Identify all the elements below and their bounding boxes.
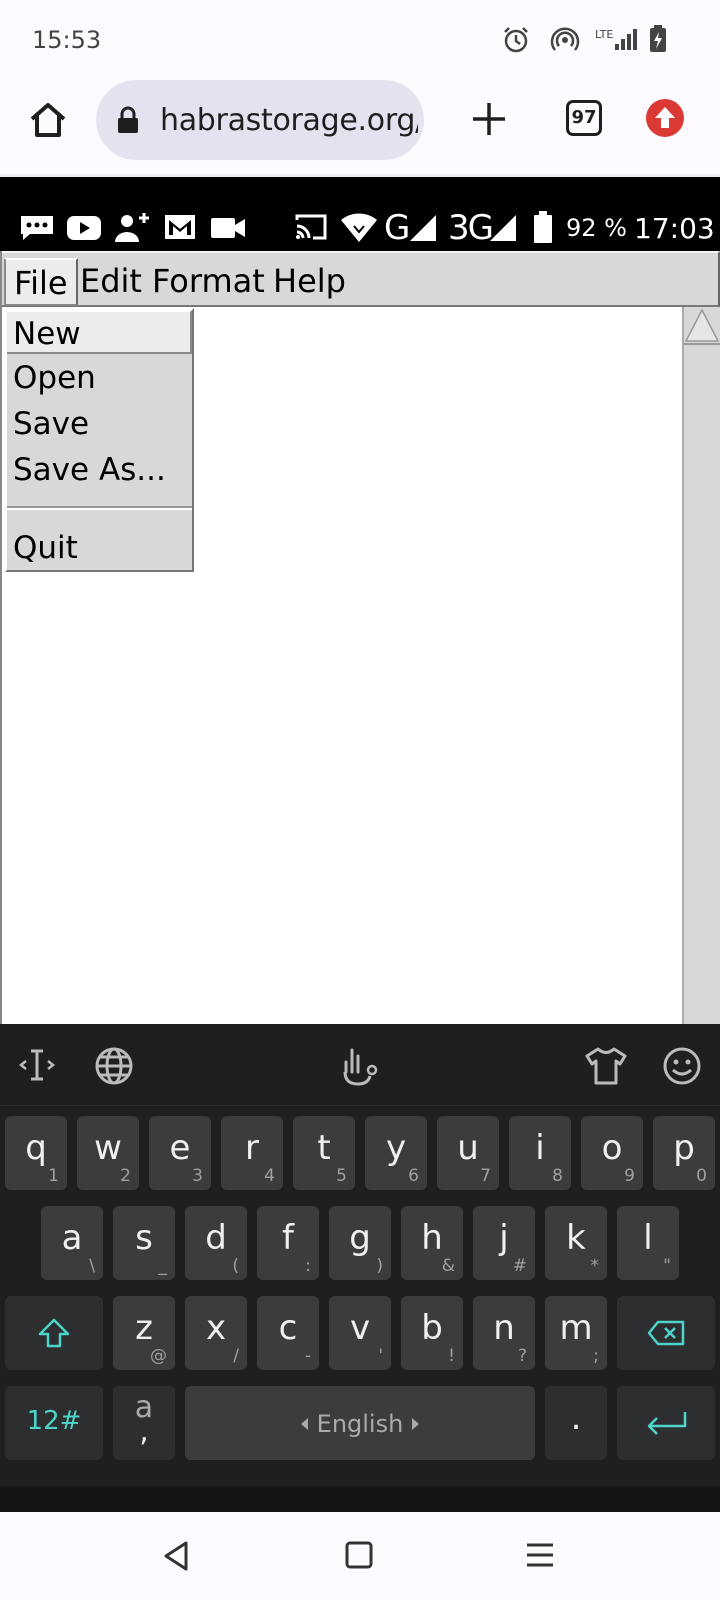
scroll-up-button[interactable]: [684, 307, 720, 345]
key-p[interactable]: p0: [653, 1116, 715, 1190]
key-w[interactable]: w2: [77, 1116, 139, 1190]
battery-icon: [534, 211, 552, 243]
key-n[interactable]: n?: [473, 1296, 535, 1370]
youtube-icon: [67, 216, 101, 240]
key-z[interactable]: z @: [113, 1296, 175, 1370]
home-square-icon[interactable]: [345, 1541, 373, 1569]
menu-icon[interactable]: [526, 1542, 554, 1568]
update-icon[interactable]: [645, 98, 685, 138]
menu-item-save[interactable]: Save: [7, 402, 192, 446]
key-h[interactable]: h &: [401, 1206, 463, 1280]
key-y[interactable]: y6: [365, 1116, 427, 1190]
back-icon[interactable]: [162, 1540, 190, 1572]
key-t[interactable]: t5: [293, 1116, 355, 1190]
enter-key[interactable]: [617, 1386, 715, 1460]
add-contact-icon: [115, 213, 149, 242]
key-f[interactable]: f:: [257, 1206, 319, 1280]
key-d[interactable]: d(: [185, 1206, 247, 1280]
menu-item-quit[interactable]: Quit: [7, 526, 192, 570]
phone-status-bar: 15:53 LTE: [0, 0, 720, 78]
menu-file[interactable]: File: [4, 258, 78, 306]
menu-help[interactable]: Help: [265, 258, 354, 306]
key-j[interactable]: j #: [473, 1206, 535, 1280]
key-q[interactable]: q1: [5, 1116, 67, 1190]
soft-keyboard: q1 w2 e3 r4 t5 y6 u7 i8 o9 p0 a \ s _ d( f…: [0, 1024, 720, 1512]
lock-icon: [118, 106, 138, 133]
tabs-icon[interactable]: 97: [566, 100, 602, 136]
battery-percent: 92 %: [566, 214, 627, 242]
globe-icon[interactable]: [94, 1046, 134, 1086]
signal-icon: [410, 215, 436, 241]
cast-icon: [295, 214, 327, 240]
menu-separator: [7, 506, 192, 510]
period-key[interactable]: .: [545, 1386, 607, 1460]
theme-shirt-icon[interactable]: [584, 1046, 628, 1086]
shift-key[interactable]: [5, 1296, 103, 1370]
key-x[interactable]: x /: [185, 1296, 247, 1370]
cursor-icon[interactable]: [18, 1046, 56, 1084]
keyboard-bottom-strip: [0, 1486, 720, 1512]
signal-icon-2: [490, 215, 516, 241]
page-header-strip: [0, 177, 720, 204]
key-b[interactable]: b!: [401, 1296, 463, 1370]
video-icon: [211, 218, 245, 238]
enter-icon: [647, 1412, 687, 1435]
vertical-scrollbar[interactable]: [682, 307, 720, 1024]
menu-item-save-as[interactable]: Save As...: [7, 448, 192, 492]
emoji-icon[interactable]: [662, 1046, 702, 1086]
key-s[interactable]: s _: [113, 1206, 175, 1280]
key-l[interactable]: l ": [617, 1206, 679, 1280]
lte-signal-icon: LTE: [595, 28, 637, 50]
backspace-icon: [647, 1320, 685, 1346]
home-icon[interactable]: [26, 98, 70, 142]
web-content: G 3G 92 % 17:03 File Edit Format Help Ne…: [0, 177, 720, 1024]
battery-charging-icon: [650, 25, 666, 52]
messages-icon: [21, 216, 53, 240]
key-m[interactable]: m;: [545, 1296, 607, 1370]
caret-right-icon: [412, 1418, 419, 1430]
url-text: habrastorage.org/: [160, 103, 418, 138]
new-tab-icon[interactable]: [470, 100, 508, 138]
svg-text:LTE: LTE: [595, 28, 613, 41]
key-k[interactable]: k *: [545, 1206, 607, 1280]
browser-toolbar: habrastorage.org/ 97: [0, 78, 720, 174]
comma-key-label: ,: [139, 1414, 149, 1449]
menu-edit[interactable]: Edit: [72, 258, 150, 306]
status-time: 15:53: [32, 26, 102, 54]
key-o[interactable]: o9: [581, 1116, 643, 1190]
gmail-icon: [165, 215, 195, 239]
alarm-icon: [504, 27, 528, 53]
space-key[interactable]: English: [185, 1386, 535, 1460]
key-g[interactable]: g): [329, 1206, 391, 1280]
comma-key[interactable]: a ,: [113, 1386, 175, 1460]
voice-gesture-icon[interactable]: [340, 1046, 380, 1088]
address-bar[interactable]: habrastorage.org/: [96, 80, 424, 160]
triangle-up-icon: [684, 308, 720, 342]
text-editor-app: File Edit Format Help New Open Save Save…: [0, 251, 720, 1024]
menu-item-open[interactable]: Open: [7, 356, 192, 400]
menubar: File Edit Format Help: [2, 251, 720, 307]
symbols-key[interactable]: 12#: [5, 1386, 103, 1460]
network-3g-label: 3G: [448, 208, 494, 248]
hotspot-icon: [550, 27, 580, 51]
emulated-status-bar: G 3G 92 % 17:03: [0, 204, 720, 251]
emulated-time: 17:03: [634, 212, 715, 245]
key-i[interactable]: i8: [509, 1116, 571, 1190]
backspace-key[interactable]: [617, 1296, 715, 1370]
file-dropdown-menu: New Open Save Save As... Quit: [5, 308, 194, 572]
key-e[interactable]: e3: [149, 1116, 211, 1190]
key-u[interactable]: u7: [437, 1116, 499, 1190]
shift-icon: [38, 1318, 70, 1348]
space-key-label: English: [316, 1410, 404, 1438]
key-c[interactable]: c-: [257, 1296, 319, 1370]
menu-item-new[interactable]: New: [7, 310, 192, 354]
network-g-label: G: [384, 208, 411, 248]
menu-format[interactable]: Format: [144, 258, 273, 306]
wifi-icon: [341, 213, 377, 242]
navigation-bar: [0, 1512, 720, 1600]
key-a[interactable]: a \: [41, 1206, 103, 1280]
key-r[interactable]: r4: [221, 1116, 283, 1190]
keyboard-toolbar: [0, 1024, 720, 1106]
key-v[interactable]: v ': [329, 1296, 391, 1370]
